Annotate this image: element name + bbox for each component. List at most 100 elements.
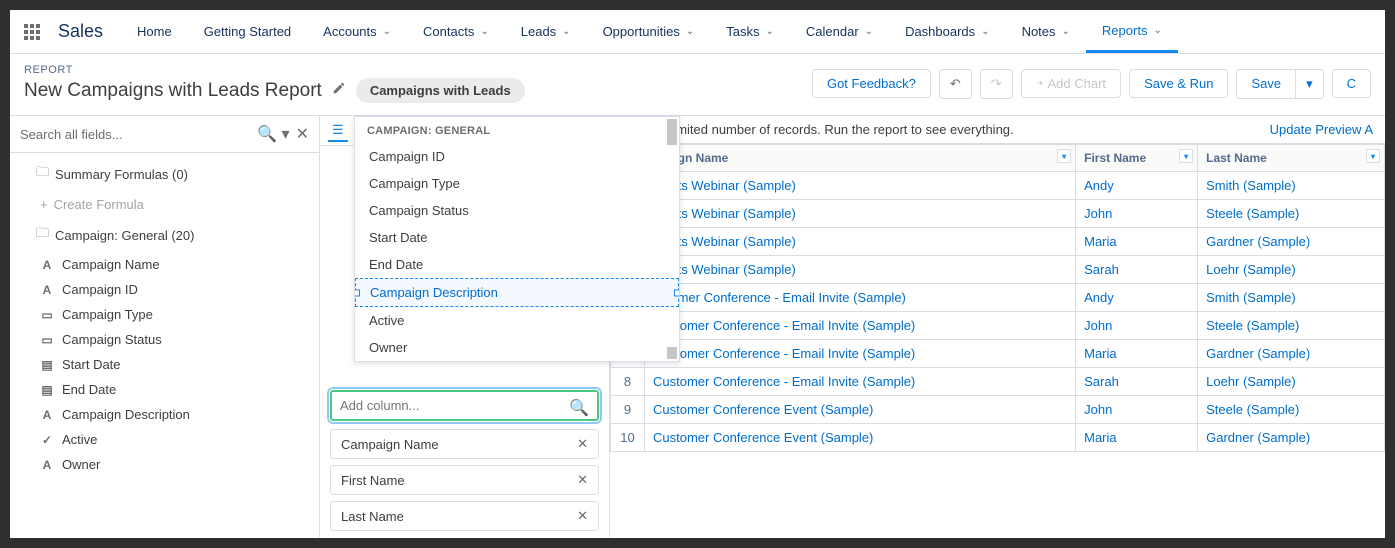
dropdown-item[interactable]: Active (355, 307, 679, 334)
column-header[interactable]: First Name▾ (1076, 145, 1198, 172)
remove-column-icon[interactable]: ✕ (577, 436, 588, 452)
cell-campaign[interactable]: Customer Conference - Email Invite (Samp… (645, 312, 1076, 340)
create-formula[interactable]: Create Formula (10, 191, 319, 218)
report-type-pill[interactable]: Campaigns with Leads (356, 78, 525, 103)
add-column-input[interactable] (330, 390, 599, 421)
nav-calendar[interactable]: Calendar⌄ (790, 10, 889, 53)
column-chip[interactable]: Campaign Name✕ (330, 429, 599, 459)
column-chip[interactable]: First Name✕ (330, 465, 599, 495)
tab-outline[interactable]: ☰ (328, 120, 348, 142)
cell-firstname[interactable]: Sarah (1076, 256, 1198, 284)
chevron-down-icon: ⌄ (766, 26, 774, 37)
dropdown-item[interactable]: Owner (355, 334, 679, 361)
category-row[interactable]: 🗀Summary Formulas (0) (10, 157, 319, 191)
cell-firstname[interactable]: Andy (1076, 172, 1198, 200)
update-preview-link[interactable]: Update Preview A (1270, 122, 1373, 137)
save-button[interactable]: Save (1236, 69, 1296, 99)
table-row: 7Customer Conference - Email Invite (Sam… (611, 340, 1385, 368)
remove-column-icon[interactable]: ✕ (577, 472, 588, 488)
cell-campaign[interactable]: ustomer Conference - Email Invite (Sampl… (645, 284, 1076, 312)
cell-firstname[interactable]: Maria (1076, 340, 1198, 368)
nav-leads[interactable]: Leads⌄ (505, 10, 587, 53)
column-filter-icon[interactable]: ▾ (1057, 149, 1071, 163)
cell-lastname[interactable]: Steele (Sample) (1198, 396, 1385, 424)
cell-lastname[interactable]: Steele (Sample) (1198, 200, 1385, 228)
nav-opportunities[interactable]: Opportunities⌄ (587, 10, 711, 53)
dropdown-item[interactable]: Start Date (355, 224, 679, 251)
cell-lastname[interactable]: Loehr (Sample) (1198, 256, 1385, 284)
field-campaign-name[interactable]: ACampaign Name (10, 252, 319, 277)
column-filter-icon[interactable]: ▾ (1179, 149, 1193, 163)
search-icon: 🔍 (569, 398, 589, 418)
nav-home[interactable]: Home (121, 10, 188, 53)
cell-firstname[interactable]: John (1076, 200, 1198, 228)
field-campaign-type[interactable]: ▭Campaign Type (10, 302, 319, 327)
cell-campaign[interactable]: Customer Conference - Email Invite (Samp… (645, 368, 1076, 396)
save-menu-caret[interactable]: ▾ (1296, 69, 1324, 99)
dropdown-item[interactable]: Campaign Description (355, 278, 679, 307)
add-chart-button[interactable]: ◔Add Chart (1021, 69, 1121, 98)
nav-getting-started[interactable]: Getting Started (188, 10, 307, 53)
cell-firstname[interactable]: Maria (1076, 424, 1198, 452)
nav-dashboards[interactable]: Dashboards⌄ (889, 10, 1006, 53)
cell-campaign[interactable]: Customer Conference Event (Sample) (645, 424, 1076, 452)
cell-campaign[interactable]: Customer Conference Event (Sample) (645, 396, 1076, 424)
app-launcher-icon[interactable] (10, 24, 54, 40)
cell-campaign[interactable]: idgets Webinar (Sample) (645, 200, 1076, 228)
cell-firstname[interactable]: Andy (1076, 284, 1198, 312)
field-campaign-description[interactable]: ACampaign Description (10, 402, 319, 427)
chevron-down-icon: ⌄ (480, 26, 488, 37)
close-button[interactable]: C (1332, 69, 1371, 98)
dropdown-item[interactable]: Campaign ID (355, 143, 679, 170)
field-campaign-status[interactable]: ▭Campaign Status (10, 327, 319, 352)
type-icon: A (40, 408, 54, 422)
folder-icon: 🗀 (36, 163, 49, 185)
cell-firstname[interactable]: Maria (1076, 228, 1198, 256)
save-run-button[interactable]: Save & Run (1129, 69, 1228, 98)
cell-firstname[interactable]: Sarah (1076, 368, 1198, 396)
field-campaign-id[interactable]: ACampaign ID (10, 277, 319, 302)
fields-pane: 🔍 ▾ ✕ 🗀Summary Formulas (0)Create Formul… (10, 116, 320, 537)
nav-reports[interactable]: Reports⌄ (1086, 10, 1178, 53)
clear-search-icon[interactable]: ✕ (296, 124, 309, 144)
nav-notes[interactable]: Notes⌄ (1006, 10, 1086, 53)
column-header[interactable]: Last Name▾ (1198, 145, 1385, 172)
cell-lastname[interactable]: Steele (Sample) (1198, 312, 1385, 340)
nav-tasks[interactable]: Tasks⌄ (710, 10, 790, 53)
type-icon: A (40, 458, 54, 472)
redo-button[interactable]: ↷ (980, 69, 1013, 99)
field-active[interactable]: ✓Active (10, 427, 319, 452)
search-icon[interactable]: 🔍 ▾ (257, 124, 289, 144)
cell-firstname[interactable]: John (1076, 312, 1198, 340)
nav-contacts[interactable]: Contacts⌄ (407, 10, 505, 53)
cell-lastname[interactable]: Gardner (Sample) (1198, 424, 1385, 452)
cell-lastname[interactable]: Gardner (Sample) (1198, 340, 1385, 368)
cell-campaign[interactable]: idgets Webinar (Sample) (645, 256, 1076, 284)
cell-campaign[interactable]: idgets Webinar (Sample) (645, 172, 1076, 200)
nav-accounts[interactable]: Accounts⌄ (307, 10, 407, 53)
cell-lastname[interactable]: Smith (Sample) (1198, 172, 1385, 200)
cell-campaign[interactable]: idgets Webinar (Sample) (645, 228, 1076, 256)
remove-column-icon[interactable]: ✕ (577, 508, 588, 524)
cell-lastname[interactable]: Smith (Sample) (1198, 284, 1385, 312)
edit-title-icon[interactable] (332, 81, 346, 100)
type-icon: A (40, 258, 54, 272)
category-row[interactable]: 🗀Campaign: General (20) (10, 218, 319, 252)
column-chip[interactable]: Last Name✕ (330, 501, 599, 531)
cell-campaign[interactable]: Customer Conference - Email Invite (Samp… (645, 340, 1076, 368)
cell-firstname[interactable]: John (1076, 396, 1198, 424)
column-header[interactable]: npaign Name▾ (645, 145, 1076, 172)
dropdown-item[interactable]: Campaign Status (355, 197, 679, 224)
feedback-button[interactable]: Got Feedback? (812, 69, 931, 98)
field-start-date[interactable]: ▤Start Date (10, 352, 319, 377)
fields-search-input[interactable] (20, 127, 251, 142)
undo-button[interactable]: ↶ (939, 69, 972, 99)
column-filter-icon[interactable]: ▾ (1366, 149, 1380, 163)
row-number: 10 (611, 424, 645, 452)
field-owner[interactable]: AOwner (10, 452, 319, 477)
cell-lastname[interactable]: Loehr (Sample) (1198, 368, 1385, 396)
field-end-date[interactable]: ▤End Date (10, 377, 319, 402)
dropdown-item[interactable]: End Date (355, 251, 679, 278)
cell-lastname[interactable]: Gardner (Sample) (1198, 228, 1385, 256)
dropdown-item[interactable]: Campaign Type (355, 170, 679, 197)
